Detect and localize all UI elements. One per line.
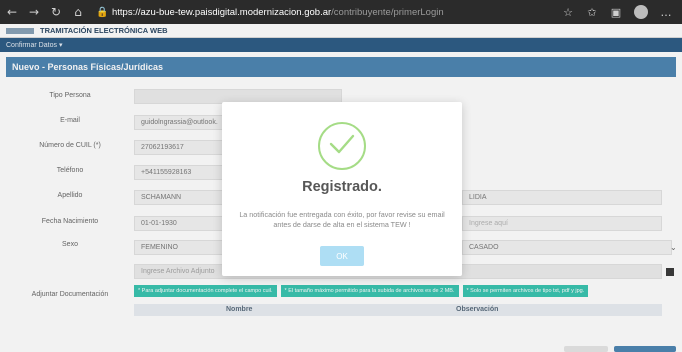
label-apellido: Apellido xyxy=(57,192,83,199)
label-tipo-persona: Tipo Persona xyxy=(49,92,91,99)
info-chips: * Para adjuntar documentación complete e… xyxy=(134,285,589,297)
email-field[interactable]: guidolngrassia@outlook. xyxy=(134,115,226,130)
back-icon[interactable]: ← xyxy=(2,2,22,22)
telefono-field[interactable]: +541155928163 xyxy=(134,165,226,180)
favorites-list-icon[interactable]: ✩ xyxy=(580,6,604,19)
success-dialog: Registrado. La notificación fue entregad… xyxy=(222,102,462,276)
browser-actions: ☆ ✩ ▣ … xyxy=(556,2,678,22)
upload-icon[interactable] xyxy=(666,268,674,276)
url-path: /contribuyente/primerLogin xyxy=(331,6,444,18)
profile-avatar[interactable] xyxy=(634,5,648,19)
cuil-field[interactable]: 27062193617 xyxy=(134,140,226,155)
dialog-message: La notificación fue entregada con éxito,… xyxy=(239,210,445,229)
reload-icon[interactable]: ↻ xyxy=(46,2,66,22)
nombre-field[interactable]: LIDIA xyxy=(462,190,662,205)
label-adjuntar: Adjuntar Documentación xyxy=(31,291,109,298)
extra-input[interactable]: Ingrese aquí xyxy=(462,216,662,231)
estado-civil-select[interactable]: CASADO xyxy=(462,240,672,255)
menu-confirmar-datos[interactable]: Confirmar Datos xyxy=(6,42,57,49)
sexo-select[interactable]: FEMENINO xyxy=(134,240,226,255)
home-icon[interactable]: ⌂ xyxy=(68,2,88,22)
app-title: TRAMITACIÓN ELECTRÓNICA WEB xyxy=(40,26,168,35)
app-logo xyxy=(6,27,34,34)
info-chip-size: * El tamaño máximo permitido para la sub… xyxy=(280,285,459,297)
label-email: E-mail xyxy=(60,117,80,124)
info-chip-types: * Solo se permiten archivos de tipo txt,… xyxy=(462,285,589,297)
favorite-star-icon[interactable]: ☆ xyxy=(556,6,580,19)
apellido-field[interactable]: SCHAMANN xyxy=(134,190,226,205)
checkmark-icon xyxy=(329,134,355,154)
browser-toolbar: ← → ↻ ⌂ 🔒 https://azu-bue-tew.paisdigita… xyxy=(0,0,682,24)
address-bar[interactable]: 🔒 https://azu-bue-tew.paisdigital.modern… xyxy=(96,3,572,21)
bottom-primary-button[interactable] xyxy=(614,346,676,352)
ok-button[interactable]: OK xyxy=(320,246,364,266)
label-fecha-nacimiento: Fecha Nacimiento xyxy=(41,218,99,225)
bottom-secondary-button[interactable] xyxy=(564,346,608,352)
lock-icon: 🔒 xyxy=(96,6,109,18)
label-sexo: Sexo xyxy=(62,241,78,248)
attachments-table-header: Nombre Observación xyxy=(134,304,662,316)
more-icon[interactable]: … xyxy=(654,6,678,19)
label-cuil: Número de CUIL (*) xyxy=(39,142,101,149)
app-header: TRAMITACIÓN ELECTRÓNICA WEB xyxy=(0,24,682,38)
menu-bar: Confirmar Datos ▾ xyxy=(0,38,682,52)
col-observacion: Observación xyxy=(456,306,499,313)
section-title: Nuevo - Personas Físicas/Jurídicas xyxy=(12,62,164,72)
url-host: https://azu-bue-tew.paisdigital.moderniz… xyxy=(112,6,332,18)
collections-icon[interactable]: ▣ xyxy=(604,6,628,19)
info-chip-cuil: * Para adjuntar documentación complete e… xyxy=(134,285,277,297)
label-telefono: Teléfono xyxy=(56,167,84,174)
section-header: Nuevo - Personas Físicas/Jurídicas xyxy=(6,57,676,77)
dialog-title: Registrado. xyxy=(302,179,382,195)
fecha-nacimiento-field[interactable]: 01-01-1930 xyxy=(134,216,226,231)
caret-down-icon: ▾ xyxy=(58,42,63,49)
col-nombre: Nombre xyxy=(226,306,253,313)
success-check-icon xyxy=(318,122,366,170)
chevron-down-icon[interactable]: ⌄ xyxy=(670,243,677,252)
forward-icon[interactable]: → xyxy=(24,2,44,22)
